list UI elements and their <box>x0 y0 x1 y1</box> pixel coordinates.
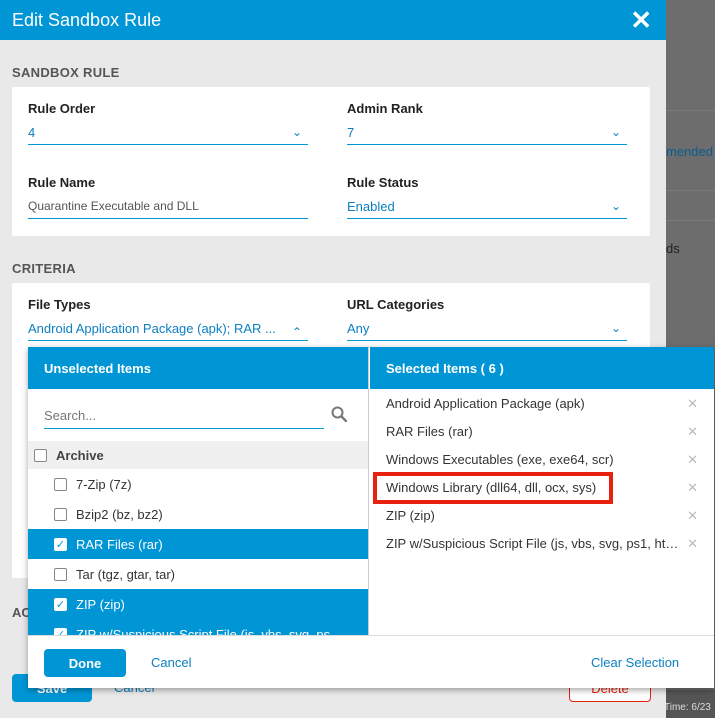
checkbox[interactable] <box>34 448 47 462</box>
list-item-label: Archive <box>56 447 104 463</box>
file-types-value: Android Application Package (apk); RAR .… <box>28 321 276 336</box>
checkbox[interactable]: ✓ <box>54 627 67 635</box>
rule-status-label: Rule Status <box>347 175 419 190</box>
list-group-header[interactable]: Archive <box>28 441 368 469</box>
file-types-label: File Types <box>28 297 91 312</box>
rule-name-label: Rule Name <box>28 175 96 190</box>
unselected-panel: Unselected Items Archive 7-Zip (7z) Bzip2 … <box>28 347 369 635</box>
bg-divider <box>666 190 715 191</box>
remove-icon[interactable]: ✕ <box>687 480 698 496</box>
url-categories-value: Any <box>347 321 370 336</box>
selected-panel: Selected Items ( 6 ) Android Application… <box>370 347 714 635</box>
highlight-annotation <box>373 472 613 504</box>
admin-rank-select[interactable]: 7 ⌄ <box>347 125 627 145</box>
list-item[interactable]: ✓ ZIP (zip) <box>28 589 368 619</box>
selected-item: RAR Files (rar) ✕ <box>370 417 714 445</box>
selected-item-label: ZIP (zip) <box>386 507 435 523</box>
list-item-label: Bzip2 (bz, bz2) <box>76 506 163 522</box>
clear-selection-link[interactable]: Clear Selection <box>591 655 679 670</box>
selected-header: Selected Items ( 6 ) <box>370 347 714 389</box>
list-item-label: ZIP (zip) <box>76 596 125 612</box>
rule-order-field[interactable]: Rule Order 4 ⌄ <box>28 101 308 145</box>
admin-rank-field[interactable]: Admin Rank 7 ⌄ <box>347 101 627 145</box>
list-item[interactable]: 7-Zip (7z) <box>28 469 368 499</box>
checkbox[interactable] <box>54 477 67 491</box>
selected-item: ZIP (zip) ✕ <box>370 501 714 529</box>
list-item[interactable]: ✓ ZIP w/Suspicious Script File (js, vbs, … <box>28 619 368 636</box>
chevron-down-icon: ⌄ <box>291 125 302 139</box>
admin-rank-value: 7 <box>347 125 355 140</box>
dropdown-footer: Done Cancel Clear Selection <box>28 635 714 688</box>
selected-item-label: RAR Files (rar) <box>386 423 473 439</box>
list-item[interactable]: Bzip2 (bz, bz2) <box>28 499 368 529</box>
close-icon[interactable]: ✕ <box>630 5 652 36</box>
modal-header: Edit Sandbox Rule ✕ <box>0 0 666 40</box>
chevron-down-icon: ⌄ <box>610 321 621 335</box>
file-types-select[interactable]: Android Application Package (apk); RAR .… <box>28 321 308 341</box>
selected-item: ZIP w/Suspicious Script File (js, vbs, s… <box>370 529 714 557</box>
remove-icon[interactable]: ✕ <box>687 452 698 468</box>
criteria-section-title: CRITERIA <box>12 261 76 276</box>
rule-status-select[interactable]: Enabled ⌄ <box>347 199 627 219</box>
rule-name-field[interactable]: Rule Name Quarantine Executable and DLL <box>28 175 308 219</box>
rule-order-select[interactable]: 4 ⌄ <box>28 125 308 145</box>
url-categories-field[interactable]: URL Categories Any ⌄ <box>347 297 627 341</box>
footer-timestamp: Time: 6/23 <box>664 702 711 713</box>
done-button[interactable]: Done <box>44 649 126 677</box>
url-categories-select[interactable]: Any ⌄ <box>347 321 627 341</box>
remove-icon[interactable]: ✕ <box>687 536 698 552</box>
checkbox[interactable]: ✓ <box>54 597 67 611</box>
search-icon[interactable] <box>331 406 347 422</box>
file-types-dropdown: Unselected Items Archive 7-Zip (7z) Bzip2 … <box>28 347 714 688</box>
selected-item: Android Application Package (apk) ✕ <box>370 389 714 417</box>
modal-title: Edit Sandbox Rule <box>12 9 162 30</box>
sandbox-rule-section-title: SANDBOX RULE <box>12 65 120 80</box>
list-item[interactable]: ✓ RAR Files (rar) <box>28 529 368 559</box>
selected-item-label: ZIP w/Suspicious Script File (js, vbs, s… <box>386 535 679 551</box>
checkbox[interactable] <box>54 507 67 521</box>
selected-item-label: Android Application Package (apk) <box>386 395 585 411</box>
remove-icon[interactable]: ✕ <box>687 508 698 524</box>
list-item-label: 7-Zip (7z) <box>76 476 132 492</box>
rule-order-value: 4 <box>28 125 36 140</box>
remove-icon[interactable]: ✕ <box>687 424 698 440</box>
bg-divider <box>666 110 715 111</box>
list-item-label: ZIP w/Suspicious Script File (js, vbs, s… <box>76 626 331 636</box>
file-types-field[interactable]: File Types Android Application Package (… <box>28 297 308 341</box>
bg-divider <box>666 220 715 221</box>
rule-status-value: Enabled <box>347 199 395 214</box>
rule-order-label: Rule Order <box>28 101 96 116</box>
list-item-label: Tar (tgz, gtar, tar) <box>76 566 175 582</box>
bg-link-text[interactable]: mended <box>666 144 713 159</box>
unselected-list: Archive 7-Zip (7z) Bzip2 (bz, bz2) ✓ RAR Fil… <box>28 441 368 636</box>
rule-status-field[interactable]: Rule Status Enabled ⌄ <box>347 175 627 219</box>
selected-item-label: Windows Executables (exe, exe64, scr) <box>386 451 614 467</box>
admin-rank-label: Admin Rank <box>347 101 423 116</box>
search-box[interactable] <box>44 403 324 429</box>
selected-item: Windows Executables (exe, exe64, scr) ✕ <box>370 445 714 473</box>
remove-icon[interactable]: ✕ <box>687 396 698 412</box>
checkbox[interactable]: ✓ <box>54 537 67 551</box>
rule-name-input[interactable]: Quarantine Executable and DLL <box>28 199 308 219</box>
list-item[interactable]: Tar (tgz, gtar, tar) <box>28 559 368 589</box>
chevron-up-icon: ⌃ <box>291 325 302 339</box>
dropdown-cancel-link[interactable]: Cancel <box>151 655 191 670</box>
search-input[interactable] <box>44 403 304 427</box>
url-categories-label: URL Categories <box>347 297 445 312</box>
sandbox-rule-card: Rule Order 4 ⌄ Admin Rank 7 ⌄ Rule Name … <box>12 87 650 236</box>
bg-text: ds <box>666 241 680 256</box>
chevron-down-icon: ⌄ <box>610 125 621 139</box>
checkbox[interactable] <box>54 567 67 581</box>
list-item-label: RAR Files (rar) <box>76 536 163 552</box>
unselected-header: Unselected Items <box>28 347 368 389</box>
chevron-down-icon: ⌄ <box>610 199 621 213</box>
